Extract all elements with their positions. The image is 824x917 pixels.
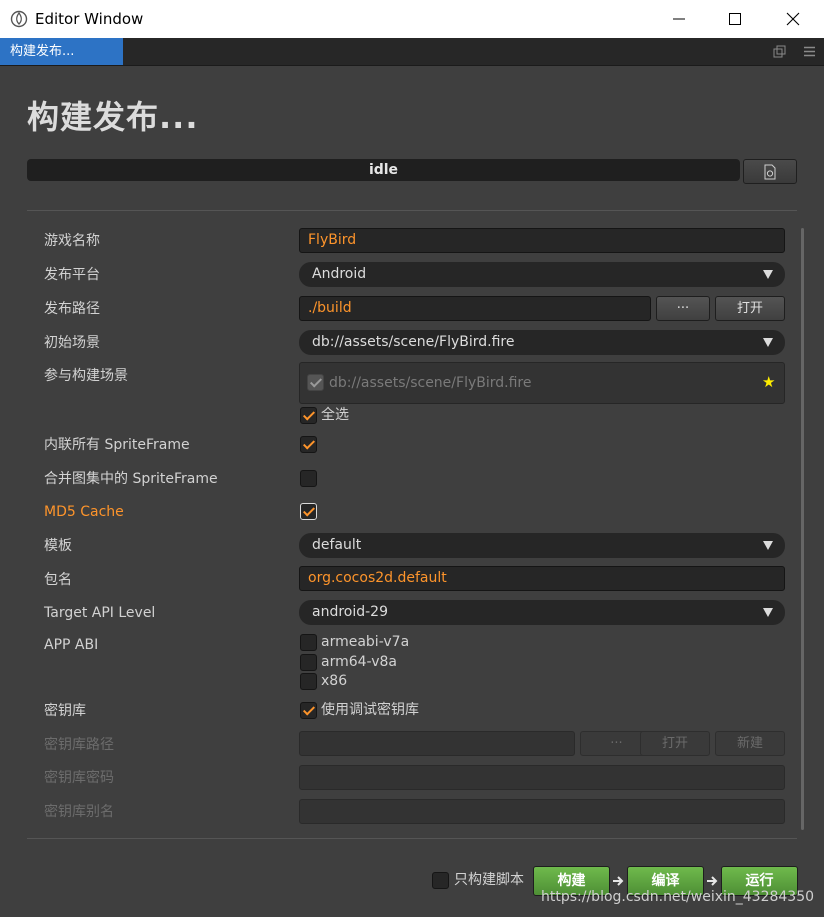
md5-cache-label: MD5 Cache xyxy=(44,504,124,520)
included-scenes-label: 参与构建场景 xyxy=(44,368,128,384)
dropdown-arrow-icon xyxy=(763,338,773,347)
keystore-alias-label: 密钥库别名 xyxy=(44,804,114,820)
target-api-value: android-29 xyxy=(312,604,388,620)
divider-bottom xyxy=(27,838,797,839)
star-icon: ★ xyxy=(762,373,776,391)
dropdown-arrow-icon xyxy=(763,608,773,617)
script-only-label: 只构建脚本 xyxy=(454,872,524,888)
popout-icon[interactable] xyxy=(773,45,786,58)
target-api-label: Target API Level xyxy=(44,605,156,621)
template-value: default xyxy=(312,537,362,553)
menu-icon[interactable] xyxy=(803,45,816,58)
select-all-checkbox[interactable] xyxy=(300,407,317,424)
minimize-icon xyxy=(673,18,685,20)
package-name-input[interactable]: org.cocos2d.default xyxy=(299,566,785,591)
build-path-label: 发布路径 xyxy=(44,301,100,317)
divider-top xyxy=(27,210,797,211)
dropdown-arrow-icon xyxy=(763,541,773,550)
script-only-checkbox[interactable] xyxy=(432,872,449,889)
build-path-open-button[interactable]: 打开 xyxy=(715,296,785,321)
keystore-password-input[interactable] xyxy=(299,765,785,790)
keystore-password-label: 密钥库密码 xyxy=(44,770,114,786)
maximize-button[interactable] xyxy=(706,0,764,38)
keystore-new-button[interactable]: 新建 xyxy=(715,731,785,756)
close-button[interactable] xyxy=(764,0,822,38)
start-scene-value: db://assets/scene/FlyBird.fire xyxy=(312,334,515,350)
keystore-path-input[interactable] xyxy=(299,731,575,756)
editor-window: Editor Window 构建发布... 构建发布... idle 游戏名称 … xyxy=(0,0,824,917)
abi-armeabi-v7a-label: armeabi-v7a xyxy=(321,634,410,650)
scene-item: db://assets/scene/FlyBird.fire xyxy=(329,375,532,391)
dropdown-arrow-icon xyxy=(763,270,773,279)
page-title: 构建发布... xyxy=(27,98,199,136)
abi-arm64-v8a-label: arm64-v8a xyxy=(321,654,397,670)
watermark: https://blog.csdn.net/weixin_43284350 xyxy=(541,889,815,905)
template-select[interactable]: default xyxy=(299,533,785,558)
start-scene-select[interactable]: db://assets/scene/FlyBird.fire xyxy=(299,330,785,355)
merge-spriteframe-checkbox[interactable] xyxy=(300,470,317,487)
inline-spriteframe-label: 内联所有 SpriteFrame xyxy=(44,437,190,453)
scene-list: db://assets/scene/FlyBird.fire xyxy=(299,362,785,404)
arrow-right-icon xyxy=(613,876,624,886)
tab-build-publish[interactable]: 构建发布... xyxy=(0,38,123,65)
platform-value: Android xyxy=(312,266,367,282)
template-label: 模板 xyxy=(44,538,72,554)
keystore-label: 密钥库 xyxy=(44,703,86,719)
build-path-browse-button[interactable]: ··· xyxy=(656,296,710,321)
abi-arm64-v8a-checkbox[interactable] xyxy=(300,654,317,671)
package-name-label: 包名 xyxy=(44,572,72,588)
abi-x86-label: x86 xyxy=(321,673,348,689)
abi-x86-checkbox[interactable] xyxy=(300,673,317,690)
minimize-button[interactable] xyxy=(650,0,708,38)
title-bar: Editor Window xyxy=(0,0,824,38)
debug-keystore-checkbox[interactable] xyxy=(300,702,317,719)
app-logo-icon xyxy=(10,10,28,28)
window-title: Editor Window xyxy=(35,10,144,28)
abi-armeabi-v7a-checkbox[interactable] xyxy=(300,634,317,651)
platform-label: 发布平台 xyxy=(44,267,100,283)
scene-checkbox xyxy=(307,374,324,391)
open-log-button[interactable] xyxy=(743,159,797,184)
maximize-icon xyxy=(729,13,741,25)
md5-cache-checkbox[interactable] xyxy=(300,503,317,520)
log-file-icon xyxy=(764,164,776,180)
game-name-input[interactable]: FlyBird xyxy=(299,228,785,253)
keystore-path-label: 密钥库路径 xyxy=(44,737,114,753)
keystore-alias-input[interactable] xyxy=(299,799,785,824)
inline-spriteframe-checkbox[interactable] xyxy=(300,436,317,453)
keystore-open-button[interactable]: 打开 xyxy=(640,731,710,756)
select-all-label: 全选 xyxy=(321,407,349,423)
app-abi-label: APP ABI xyxy=(44,637,99,653)
start-scene-label: 初始场景 xyxy=(44,335,100,351)
platform-select[interactable]: Android xyxy=(299,262,785,287)
close-icon xyxy=(786,12,800,26)
debug-keystore-label: 使用调试密钥库 xyxy=(321,702,419,718)
game-name-label: 游戏名称 xyxy=(44,233,100,249)
merge-spriteframe-label: 合并图集中的 SpriteFrame xyxy=(44,471,218,487)
build-status-bar: idle xyxy=(27,159,740,181)
arrow-right-icon xyxy=(707,876,718,886)
build-path-input[interactable]: ./build xyxy=(299,296,651,321)
scrollbar[interactable] xyxy=(801,228,804,830)
tab-bar: 构建发布... xyxy=(0,38,824,66)
target-api-select[interactable]: android-29 xyxy=(299,600,785,625)
